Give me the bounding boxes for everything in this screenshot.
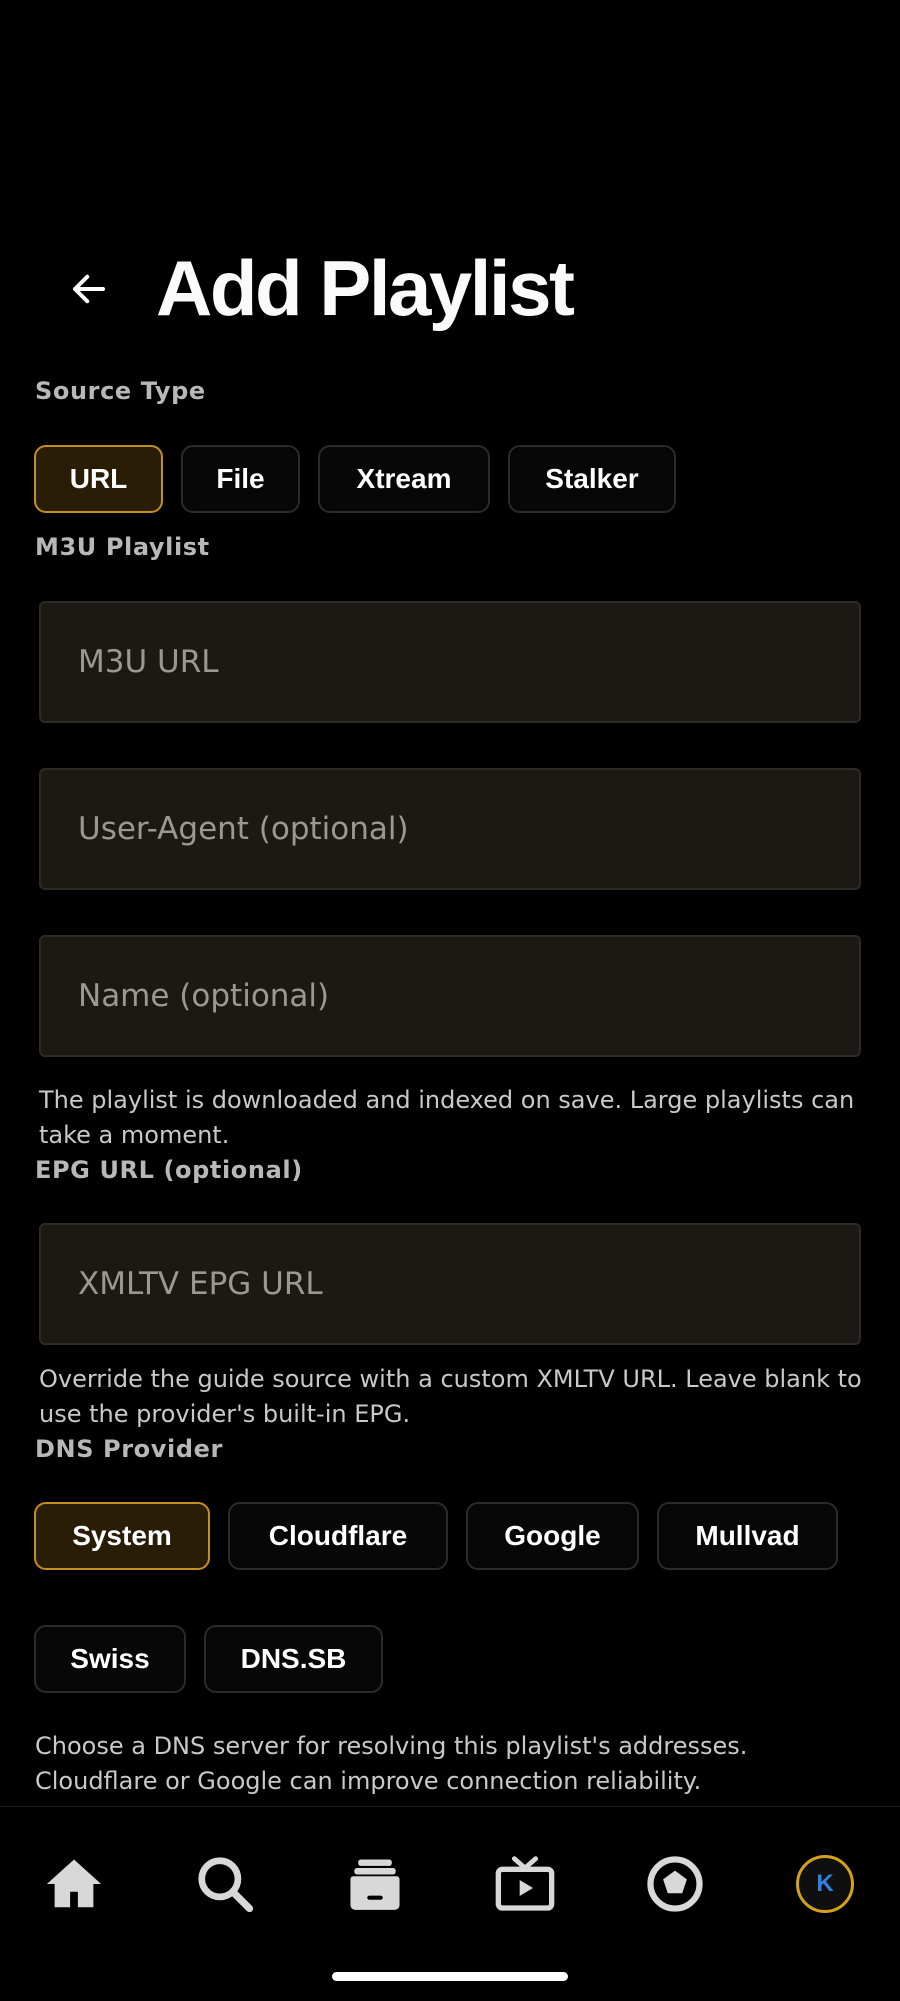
page-title: Add Playlist [156, 244, 575, 332]
home-indicator [332, 1972, 568, 1981]
home-icon [46, 1859, 102, 1908]
discover-icon [647, 1856, 703, 1912]
dns-helper-text: Choose a DNS server for resolving this p… [35, 1732, 748, 1795]
epg-url-field[interactable] [39, 1223, 861, 1345]
header: Add Playlist [0, 230, 900, 350]
dns-provider-options-row-1: System Cloudflare Google Mullvad [34, 1502, 838, 1570]
user-agent-field[interactable] [39, 768, 861, 890]
dns-option-google[interactable]: Google [466, 1502, 639, 1570]
dns-option-mullvad[interactable]: Mullvad [657, 1502, 838, 1570]
arrow-left-icon [72, 274, 106, 304]
library-icon [350, 1859, 400, 1910]
live-tv-icon [495, 1856, 555, 1911]
dns-option-dns-sb[interactable]: DNS.SB [204, 1625, 383, 1693]
nav-library[interactable] [340, 1849, 410, 1919]
source-type-url[interactable]: URL [34, 445, 163, 513]
nav-search[interactable] [190, 1849, 260, 1919]
profile-avatar: K [796, 1855, 854, 1913]
epg-helper-text: Override the guide source with a custom … [39, 1365, 862, 1428]
nav-home[interactable] [39, 1849, 109, 1919]
nav-discover[interactable] [640, 1849, 710, 1919]
dns-option-cloudflare[interactable]: Cloudflare [228, 1502, 448, 1570]
search-icon [198, 1857, 254, 1913]
source-type-options: URL File Xtream Stalker [34, 445, 676, 513]
nav-live-tv[interactable] [490, 1849, 560, 1919]
source-type-label: Source Type [35, 377, 206, 405]
epg-url-input[interactable] [76, 1265, 859, 1303]
dns-provider-options-row-2: Swiss DNS.SB [34, 1625, 383, 1693]
dns-option-system[interactable]: System [34, 1502, 210, 1570]
name-field[interactable] [39, 935, 861, 1057]
dns-provider-label: DNS Provider [35, 1435, 223, 1463]
m3u-url-field[interactable] [39, 601, 861, 723]
source-type-xtream[interactable]: Xtream [318, 445, 490, 513]
back-button[interactable] [62, 262, 116, 316]
epg-url-label: EPG URL (optional) [35, 1156, 303, 1184]
m3u-playlist-label: M3U Playlist [35, 533, 210, 561]
source-type-file[interactable]: File [181, 445, 300, 513]
m3u-url-input[interactable] [76, 643, 859, 681]
nav-profile[interactable]: K [790, 1849, 860, 1919]
name-input[interactable] [76, 977, 859, 1015]
source-type-stalker[interactable]: Stalker [508, 445, 676, 513]
user-agent-input[interactable] [76, 810, 859, 848]
m3u-helper-text: The playlist is downloaded and indexed o… [39, 1086, 855, 1149]
dns-option-swiss[interactable]: Swiss [34, 1625, 186, 1693]
